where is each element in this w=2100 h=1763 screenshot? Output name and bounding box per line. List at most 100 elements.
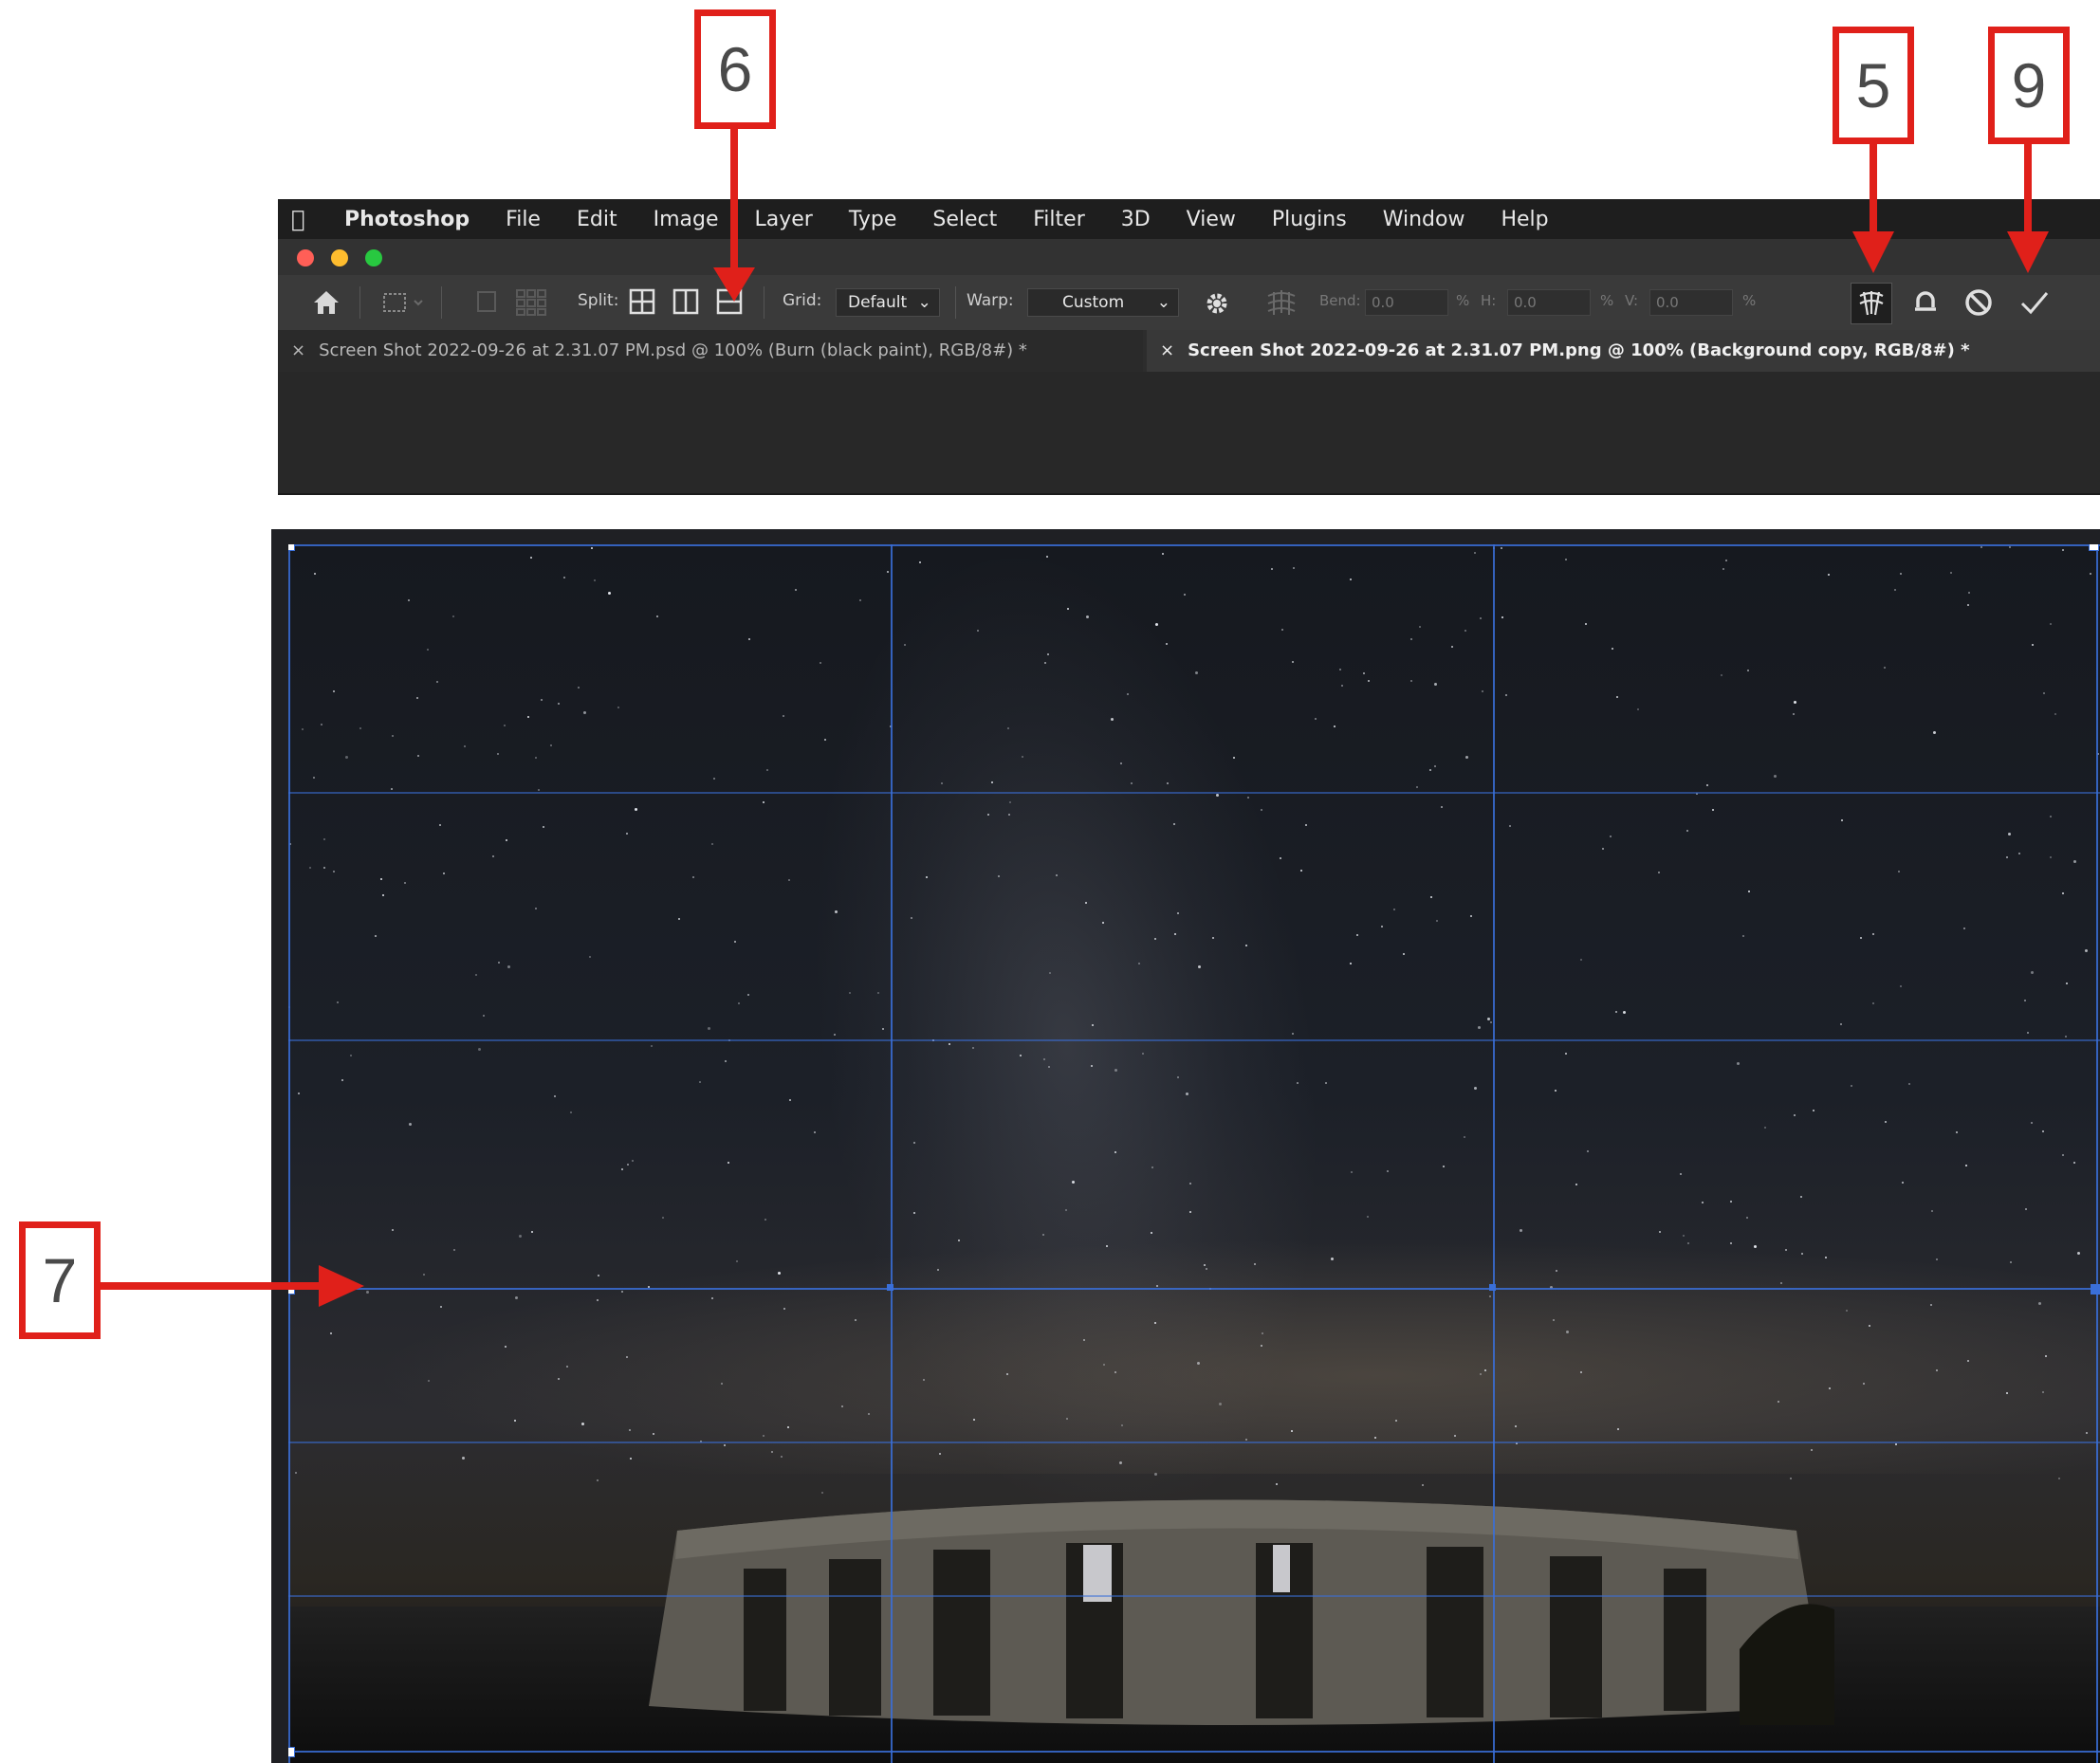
close-window-button[interactable] [297, 249, 314, 266]
warp-label: Warp: [967, 291, 1014, 310]
star [381, 894, 384, 897]
star [323, 866, 326, 869]
home-icon[interactable] [310, 288, 342, 321]
menu-plugins[interactable]: Plugins [1272, 208, 1347, 231]
cancel-icon[interactable] [1962, 286, 1995, 323]
star [997, 874, 1000, 877]
star [1683, 1234, 1686, 1237]
star [1907, 1083, 1910, 1086]
warp-grid-line-split[interactable] [288, 1288, 2100, 1290]
star [1183, 594, 1186, 597]
menu-filter[interactable]: Filter [1033, 208, 1084, 231]
star [1118, 1461, 1122, 1465]
warp-grid-line [288, 1595, 2100, 1597]
star [1935, 1368, 1938, 1371]
warp-control-point[interactable] [1489, 1284, 1496, 1291]
menu-photoshop[interactable]: Photoshop [344, 208, 470, 231]
star [1564, 558, 1567, 560]
star [392, 734, 395, 737]
star [295, 1472, 298, 1475]
star [1418, 626, 1421, 629]
star [1658, 1231, 1661, 1234]
menu-select[interactable]: Select [932, 208, 997, 231]
transform-tool-icon[interactable] [382, 290, 428, 320]
menu-help[interactable]: Help [1501, 208, 1548, 231]
star [1505, 693, 1508, 696]
star [1119, 762, 1122, 764]
gear-icon[interactable] [1202, 288, 1232, 323]
menu-view[interactable]: View [1187, 208, 1236, 231]
undo-icon[interactable] [1909, 286, 1942, 323]
warp-corner-handle[interactable] [288, 1747, 295, 1757]
warp-corner-handle[interactable] [2089, 544, 2099, 551]
star [1126, 692, 1129, 695]
minimize-window-button[interactable] [331, 249, 348, 266]
warp-grid-line[interactable] [1493, 544, 1495, 1763]
star [1884, 667, 1887, 670]
star [1380, 925, 1383, 927]
warp-toggle-button[interactable] [1851, 283, 1892, 324]
star [1774, 775, 1778, 779]
star [492, 855, 495, 858]
menu-file[interactable]: File [506, 208, 541, 231]
photoshop-window:  Photoshop File Edit Image Layer Type S… [278, 199, 2100, 495]
close-tab-icon[interactable]: × [1160, 340, 1174, 360]
callout-arrow-head [319, 1265, 364, 1307]
star [482, 1015, 485, 1018]
v-field[interactable]: 0.0 [1649, 289, 1733, 316]
menu-image[interactable]: Image [654, 208, 719, 231]
star [350, 1054, 353, 1056]
star [2058, 1477, 2061, 1479]
split-vertical-button[interactable] [672, 288, 699, 320]
star [2089, 573, 2091, 576]
bend-percent: % [1456, 292, 1470, 309]
document-canvas[interactable] [271, 529, 2100, 1763]
star [2065, 982, 2068, 984]
star [1296, 1082, 1299, 1085]
divider [359, 286, 360, 319]
menu-type[interactable]: Type [849, 208, 897, 231]
bend-field[interactable]: 0.0 [1365, 289, 1448, 316]
close-tab-icon[interactable]: × [291, 340, 305, 360]
tab-png-document[interactable]: × Screen Shot 2022-09-26 at 2.31.07 PM.pn… [1147, 330, 2100, 372]
warp-control-point[interactable] [887, 1284, 893, 1291]
h-field[interactable]: 0.0 [1507, 289, 1591, 316]
callout-arrow-head [1852, 231, 1894, 273]
star [2006, 856, 2009, 859]
warp-control-point[interactable] [2091, 1284, 2100, 1295]
tab-psd-document[interactable]: × Screen Shot 2022-09-26 at 2.31.07 PM.ps… [278, 330, 1143, 372]
star [309, 867, 312, 870]
grid-mesh-icon[interactable] [515, 288, 547, 321]
grid-dropdown[interactable]: Default ⌄ [836, 288, 940, 317]
star [1965, 1164, 1968, 1166]
warp-grid-line[interactable] [891, 544, 893, 1763]
star [651, 1044, 654, 1047]
menu-layer[interactable]: Layer [755, 208, 813, 231]
star [404, 881, 407, 884]
star [1967, 592, 1970, 595]
warp-corner-handle[interactable] [288, 544, 295, 551]
menu-window[interactable]: Window [1383, 208, 1465, 231]
warp-dropdown[interactable]: Custom ⌄ [1027, 288, 1179, 317]
star [858, 599, 861, 602]
menu-edit[interactable]: Edit [577, 208, 617, 231]
star [1899, 572, 1902, 575]
star [1730, 1241, 1733, 1244]
checkmark-icon[interactable] [2017, 286, 2052, 323]
split-crosswise-button[interactable] [629, 288, 655, 320]
apple-icon[interactable]:  [291, 206, 333, 232]
divider [278, 493, 2100, 495]
layer-bounds-icon[interactable] [477, 291, 496, 312]
warp-mesh-icon[interactable] [1262, 286, 1300, 323]
menu-3d[interactable]: 3D [1121, 208, 1151, 231]
star [1442, 1165, 1445, 1167]
star [656, 615, 659, 617]
star [1792, 713, 1795, 716]
star [1410, 679, 1413, 682]
zoom-window-button[interactable] [365, 249, 382, 266]
star [1203, 1263, 1206, 1266]
star [692, 876, 695, 879]
star [1261, 1344, 1263, 1347]
star [1893, 589, 1896, 592]
star [1244, 944, 1247, 946]
